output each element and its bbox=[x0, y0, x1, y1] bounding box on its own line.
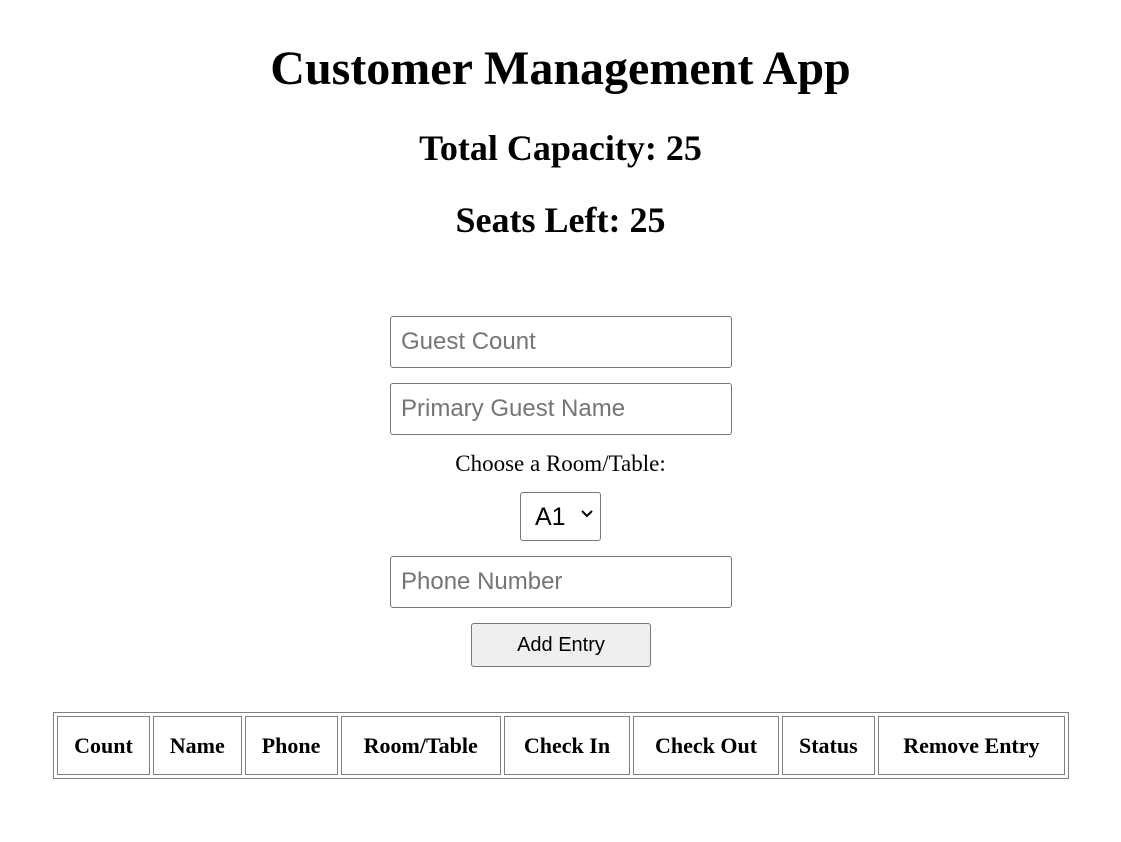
column-header-status: Status bbox=[781, 716, 875, 775]
chevron-down-icon bbox=[581, 510, 593, 518]
column-header-name: Name bbox=[153, 716, 242, 775]
primary-guest-name-input[interactable] bbox=[390, 383, 732, 435]
column-header-count: Count bbox=[57, 716, 151, 775]
table-header-row: Count Name Phone Room/Table Check In Che… bbox=[57, 716, 1065, 775]
page-title: Customer Management App bbox=[270, 42, 851, 95]
column-header-check-in: Check In bbox=[503, 716, 631, 775]
entries-table: Count Name Phone Room/Table Check In Che… bbox=[53, 712, 1069, 779]
column-header-phone: Phone bbox=[244, 716, 338, 775]
column-header-room-table: Room/Table bbox=[340, 716, 501, 775]
column-header-check-out: Check Out bbox=[633, 716, 779, 775]
column-header-remove-entry: Remove Entry bbox=[877, 716, 1065, 775]
room-table-select-value: A1 bbox=[535, 503, 566, 531]
room-table-select[interactable]: A1 bbox=[520, 492, 601, 541]
phone-number-input[interactable] bbox=[390, 556, 732, 608]
add-entry-button[interactable]: Add Entry bbox=[471, 623, 651, 667]
seats-left: Seats Left: 25 bbox=[455, 200, 666, 240]
app-root: Customer Management App Total Capacity: … bbox=[0, 0, 1121, 842]
total-capacity: Total Capacity: 25 bbox=[419, 128, 702, 168]
room-table-label: Choose a Room/Table: bbox=[455, 451, 666, 476]
guest-count-input[interactable] bbox=[390, 316, 732, 368]
